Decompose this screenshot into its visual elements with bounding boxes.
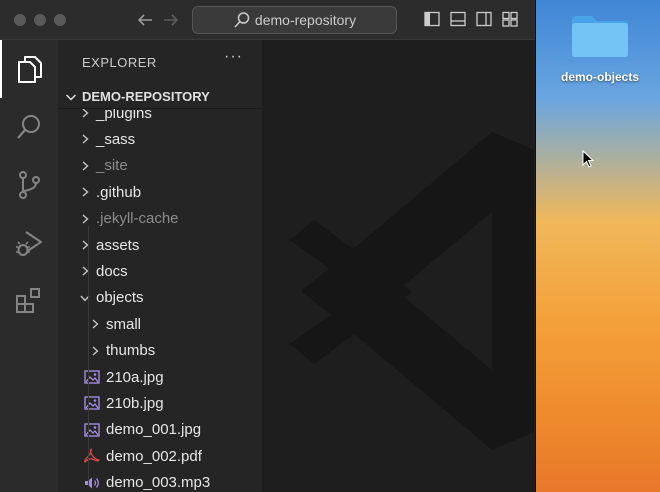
title-bar: demo-repository	[0, 0, 535, 40]
activity-bar	[0, 40, 58, 492]
tree-item-label: assets	[96, 236, 140, 254]
chevron-right-icon	[88, 318, 102, 330]
image-file-icon	[84, 395, 100, 411]
repo-name: DEMO-REPOSITORY	[82, 89, 210, 104]
command-center-search[interactable]: demo-repository	[192, 6, 397, 34]
extensions-icon	[16, 288, 40, 313]
tree-item-label: 210b.jpg	[106, 394, 164, 412]
activity-run-debug[interactable]	[0, 214, 58, 272]
customize-layout-icon[interactable]	[502, 11, 518, 27]
chevron-right-icon	[78, 265, 92, 277]
source-control-icon	[19, 171, 40, 199]
minimize-window-button[interactable]	[34, 14, 46, 26]
tree-item-label: small	[106, 315, 142, 333]
activity-search[interactable]	[0, 98, 58, 156]
tree-item-label: objects	[96, 289, 144, 307]
tree-folder-row[interactable]: .github	[58, 179, 262, 205]
explorer-sidebar: EXPLORER ··· _plugins _sass _site .github .j…	[58, 40, 262, 492]
chevron-right-icon	[78, 160, 92, 172]
explorer-more-actions[interactable]: ···	[224, 48, 243, 66]
desktop-folder-label: demo-objects	[560, 70, 639, 84]
image-file-icon	[84, 369, 100, 385]
audio-file-icon	[84, 475, 100, 491]
toggle-panel-icon[interactable]	[450, 11, 466, 27]
chevron-down-icon	[65, 93, 77, 101]
search-text: demo-repository	[254, 12, 357, 28]
chevron-right-icon	[78, 133, 92, 145]
search-icon	[17, 115, 40, 139]
tree-item-label: demo_001.jpg	[106, 421, 202, 439]
toggle-primary-sidebar-icon[interactable]	[424, 11, 440, 27]
close-window-button[interactable]	[14, 14, 26, 26]
tree-folder-row[interactable]: _site	[58, 153, 262, 179]
chevron-right-icon	[78, 186, 92, 198]
repo-section-header[interactable]: DEMO-REPOSITORY	[58, 85, 262, 109]
search-icon	[234, 12, 250, 28]
tree-item-label: 210a.jpg	[106, 368, 164, 386]
tree-item-label: _sass	[96, 130, 136, 148]
zoom-window-button[interactable]	[54, 14, 66, 26]
pdf-file-icon	[84, 448, 100, 464]
folder-icon	[572, 16, 628, 57]
back-arrow-icon[interactable]	[136, 12, 154, 28]
explorer-title: EXPLORER	[82, 55, 157, 70]
tree-item-label: docs	[96, 262, 128, 280]
activity-source-control[interactable]	[0, 156, 58, 214]
mouse-cursor-icon	[582, 150, 594, 168]
activity-explorer[interactable]	[0, 40, 58, 98]
chevron-down-icon	[78, 292, 92, 304]
tree-item-label: .github	[96, 183, 142, 201]
run-debug-icon	[16, 231, 42, 256]
tree-item-label: demo_002.pdf	[106, 447, 202, 465]
vscode-watermark-icon	[290, 132, 534, 450]
image-file-icon	[84, 422, 100, 438]
tree-item-label: demo_003.mp3	[106, 474, 211, 492]
toggle-secondary-sidebar-icon[interactable]	[476, 11, 492, 27]
tree-item-label: _site	[96, 157, 128, 175]
editor-area	[262, 40, 535, 492]
tree-item-label: thumbs	[106, 342, 156, 360]
tree-folder-row[interactable]: _sass	[58, 126, 262, 152]
chevron-right-icon	[78, 239, 92, 251]
files-icon	[18, 56, 42, 83]
chevron-right-icon	[88, 345, 102, 357]
indent-guide	[88, 226, 89, 486]
activity-extensions[interactable]	[0, 272, 58, 330]
chevron-right-icon	[78, 213, 92, 225]
desktop-folder[interactable]: demo-objects	[550, 12, 650, 84]
forward-arrow-icon[interactable]	[162, 12, 180, 28]
tree-item-label: .jekyll-cache	[96, 210, 179, 228]
vscode-window: demo-repository EXPLORER ··· _plugins _s…	[0, 0, 536, 492]
